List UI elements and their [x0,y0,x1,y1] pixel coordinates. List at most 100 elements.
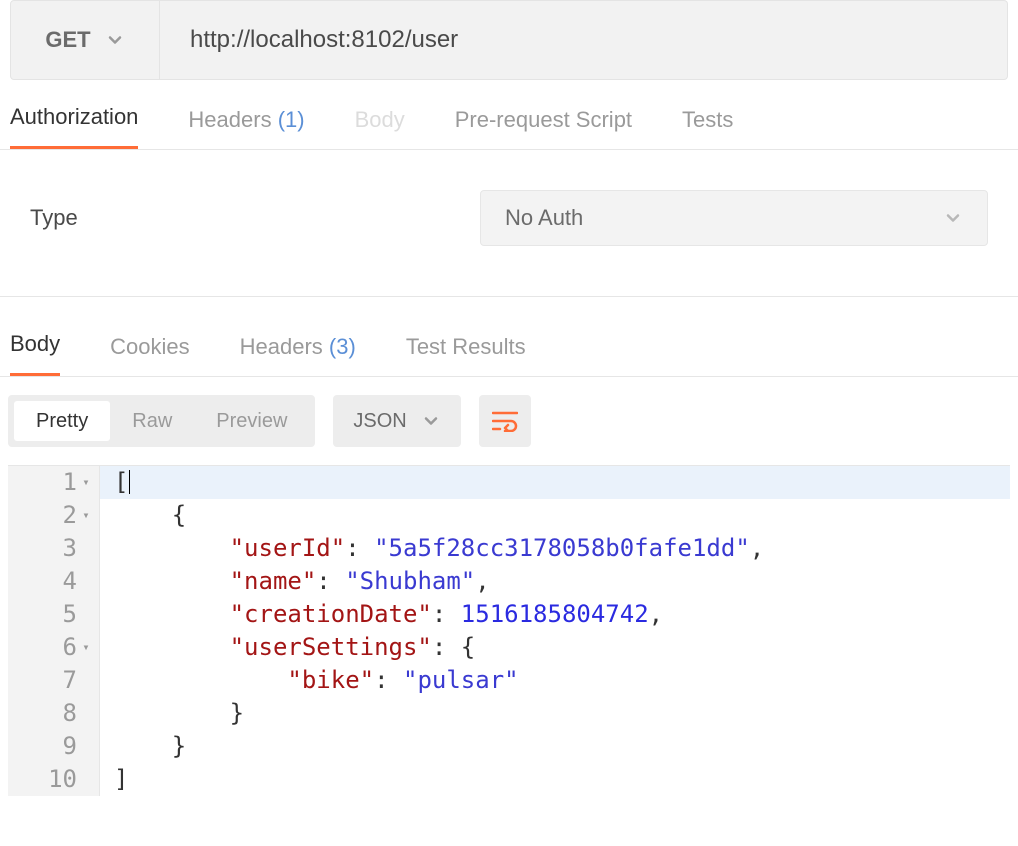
token-punc: } [172,732,186,760]
response-body-code[interactable]: 1▾[2▾ {3 "userId": "5a5f28cc3178058b0faf… [8,465,1010,796]
fold-toggle-icon[interactable]: ▾ [81,499,91,532]
code-content: ] [100,763,128,796]
view-preview-label: Preview [216,410,287,432]
tab-body[interactable]: Body [355,107,405,149]
view-preview-button[interactable]: Preview [194,401,309,441]
resp-tab-cookies[interactable]: Cookies [110,334,189,376]
auth-type-select[interactable]: No Auth [480,190,988,246]
gutter: 5 [8,598,100,631]
token-punc: : [374,666,403,694]
token-str: "5a5f28cc3178058b0fafe1dd" [374,534,750,562]
code-content: [ [100,466,130,499]
code-content: "userId": "5a5f28cc3178058b0fafe1dd", [100,532,764,565]
code-line: 9 } [8,730,1010,763]
gutter: 1▾ [8,466,100,499]
token-punc: , [475,567,489,595]
authorization-panel: Type No Auth [0,150,1018,297]
line-number: 8 [63,697,77,730]
auth-type-selected: No Auth [505,205,583,231]
response-toolbar: Pretty Raw Preview JSON [0,377,1018,465]
resp-tab-cookies-label: Cookies [110,334,189,359]
view-pretty-button[interactable]: Pretty [14,401,110,441]
gutter: 4 [8,565,100,598]
token-punc: { [461,633,475,661]
code-content: "name": "Shubham", [100,565,490,598]
view-raw-button[interactable]: Raw [110,401,194,441]
gutter: 6▾ [8,631,100,664]
token-punc: } [230,699,244,727]
tab-headers-count: (1) [278,107,305,132]
fold-toggle-icon[interactable]: ▾ [81,631,91,664]
http-method-label: GET [45,27,90,53]
text-cursor [129,470,130,494]
tab-tests[interactable]: Tests [682,107,733,149]
code-content: } [100,730,186,763]
resp-tab-headers-count: (3) [329,334,356,359]
code-line: 7 "bike": "pulsar" [8,664,1010,697]
resp-tab-testresults-label: Test Results [406,334,526,359]
request-tabs: Authorization Headers (1) Body Pre-reque… [0,80,1018,150]
line-number: 1 [63,466,77,499]
tab-prerequest[interactable]: Pre-request Script [455,107,632,149]
resp-tab-headers-label: Headers [240,334,323,359]
view-raw-label: Raw [132,410,172,432]
resp-tab-headers[interactable]: Headers (3) [240,334,356,376]
token-key: "creationDate" [230,600,432,628]
chevron-down-icon [421,411,441,431]
token-punc: [ [114,468,128,496]
code-line: 5 "creationDate": 1516185804742, [8,598,1010,631]
resp-tab-testresults[interactable]: Test Results [406,334,526,376]
tab-tests-label: Tests [682,107,733,132]
line-number: 3 [63,532,77,565]
response-tabs: Body Cookies Headers (3) Test Results [0,297,1018,377]
gutter: 10 [8,763,100,796]
line-number: 6 [63,631,77,664]
line-number: 2 [63,499,77,532]
code-line: 1▾ [ [8,466,1010,499]
token-key: "userId" [230,534,346,562]
request-url-input[interactable]: http://localhost:8102/user [160,0,1008,80]
token-punc: , [649,600,663,628]
response-format-select[interactable]: JSON [333,395,460,447]
tab-authorization-label: Authorization [10,104,138,129]
gutter: 7 [8,664,100,697]
code-content: { [100,499,186,532]
http-method-select[interactable]: GET [10,0,160,80]
tab-prerequest-label: Pre-request Script [455,107,632,132]
line-number: 9 [63,730,77,763]
fold-toggle-icon[interactable]: ▾ [81,466,91,499]
resp-tab-body[interactable]: Body [10,331,60,376]
line-number: 4 [63,565,77,598]
token-key: "bike" [287,666,374,694]
code-content: "creationDate": 1516185804742, [100,598,663,631]
wrap-icon [492,410,518,432]
token-num: 1516185804742 [461,600,649,628]
code-line: 4 "name": "Shubham", [8,565,1010,598]
token-punc: : [432,600,461,628]
wrap-lines-button[interactable] [479,395,531,447]
tab-authorization[interactable]: Authorization [10,104,138,149]
request-bar: GET http://localhost:8102/user [0,0,1018,80]
tab-headers-label: Headers [188,107,271,132]
code-line: 3 "userId": "5a5f28cc3178058b0fafe1dd", [8,532,1010,565]
gutter: 3 [8,532,100,565]
code-line: 10] [8,763,1010,796]
gutter: 2▾ [8,499,100,532]
chevron-down-icon [105,30,125,50]
code-line: 6▾ "userSettings": { [8,631,1010,664]
request-url-text: http://localhost:8102/user [190,26,458,54]
code-line: 8 } [8,697,1010,730]
tab-body-label: Body [355,107,405,132]
auth-type-label: Type [30,205,380,231]
view-pretty-label: Pretty [36,410,88,432]
token-punc: ] [114,765,128,793]
token-punc: , [750,534,764,562]
response-format-label: JSON [353,410,406,433]
response-view-group: Pretty Raw Preview [8,395,315,447]
token-key: "userSettings" [230,633,432,661]
code-content: } [100,697,244,730]
token-str: "Shubham" [345,567,475,595]
token-punc: { [172,501,186,529]
tab-headers[interactable]: Headers (1) [188,107,304,149]
code-content: "bike": "pulsar" [100,664,519,697]
